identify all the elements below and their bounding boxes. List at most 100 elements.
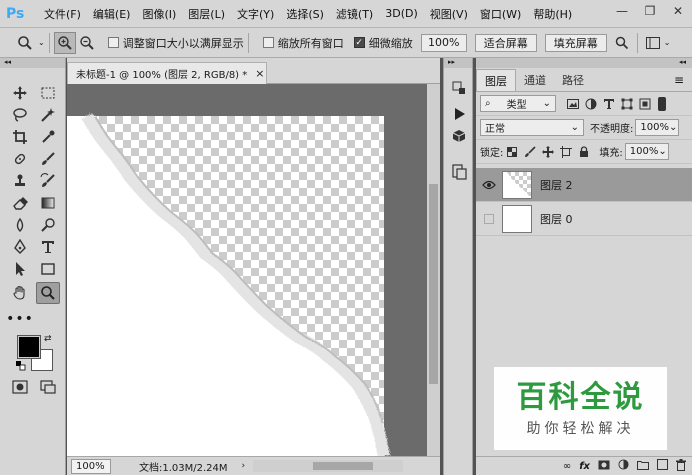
blur-tool-icon[interactable] [8, 214, 32, 236]
actions-play-icon[interactable] [449, 104, 469, 124]
menu-help[interactable]: 帮助(H) [527, 6, 578, 22]
layer-name[interactable]: 图层 2 [540, 177, 573, 193]
layer-style-fx-icon[interactable]: fx [579, 461, 590, 472]
path-selection-tool-icon[interactable] [8, 258, 32, 280]
brush-tool-icon[interactable] [36, 148, 60, 170]
status-menu-arrow-icon[interactable]: › [242, 461, 246, 471]
canvas-area[interactable] [67, 84, 427, 456]
resize-windows-checkbox[interactable] [107, 37, 119, 48]
document-tab[interactable]: 未标题-1 @ 100% (图层 2, RGB/8) * × [67, 62, 267, 84]
eraser-tool-icon[interactable] [8, 192, 32, 214]
filter-toggle-switch[interactable] [658, 96, 666, 111]
opacity-field[interactable]: 100% ⌄ [635, 119, 680, 136]
layer-filter-select[interactable]: ⌕ 类型 ⌄ [480, 95, 556, 112]
3d-panel-icon[interactable] [449, 126, 469, 146]
delete-layer-icon[interactable] [676, 458, 686, 474]
lock-transparent-pixels-icon[interactable] [503, 143, 521, 161]
layer-row-layer-0[interactable]: 图层 0 [476, 202, 692, 236]
visibility-toggle[interactable] [476, 213, 502, 224]
type-tool-icon[interactable] [36, 236, 60, 258]
panel-menu-icon[interactable]: ≡ [674, 73, 684, 87]
tab-layers[interactable]: 图层 [476, 69, 516, 91]
more-tools-icon[interactable]: ••• [6, 308, 33, 330]
tab-paths[interactable]: 路径 [554, 69, 592, 91]
zoom-tool-preset-icon[interactable] [14, 32, 36, 54]
menu-file[interactable]: 文件(F) [38, 6, 87, 22]
eye-icon[interactable] [476, 180, 502, 190]
menu-edit[interactable]: 编辑(E) [87, 6, 137, 22]
layer-name[interactable]: 图层 0 [540, 211, 573, 227]
document-canvas[interactable] [67, 84, 427, 456]
lock-position-icon[interactable] [539, 143, 557, 161]
adjustment-layer-icon[interactable] [618, 459, 629, 473]
fit-screen-button[interactable]: 适合屏幕 [474, 33, 537, 52]
close-icon[interactable]: ✕ [664, 0, 692, 22]
lasso-tool-icon[interactable] [8, 104, 32, 126]
fill-field[interactable]: 100% ⌄ [624, 143, 669, 160]
horizontal-scrollbar[interactable] [253, 460, 404, 472]
zoom-in-icon[interactable] [53, 31, 76, 54]
chevron-down-icon[interactable]: ⌄ [664, 38, 671, 47]
history-brush-tool-icon[interactable] [36, 170, 60, 192]
marquee-tool-icon[interactable] [36, 82, 60, 104]
clone-stamp-tool-icon[interactable] [8, 170, 32, 192]
lock-artboard-icon[interactable] [557, 143, 575, 161]
collapse-icon[interactable]: ◂◂ [679, 58, 686, 66]
new-layer-icon[interactable] [657, 459, 668, 473]
menu-layer[interactable]: 图层(L) [182, 6, 231, 22]
eyedropper-tool-icon[interactable] [36, 126, 60, 148]
filter-shape-icon[interactable] [618, 95, 636, 113]
menu-select[interactable]: 选择(S) [280, 6, 330, 22]
panel-header[interactable]: ◂◂ [476, 58, 692, 68]
minimize-icon[interactable]: — [608, 0, 636, 22]
restore-icon[interactable]: ❐ [636, 0, 664, 22]
default-colors-icon[interactable] [16, 361, 26, 371]
scrubby-zoom-checkbox[interactable]: ✓ [353, 37, 365, 48]
workspace-icon[interactable] [642, 32, 664, 54]
lock-image-pixels-icon[interactable] [521, 143, 539, 161]
hand-tool-icon[interactable] [8, 282, 32, 304]
tools-panel-header[interactable]: ◂◂ [0, 58, 65, 68]
zoom-value-field[interactable]: 100% [420, 33, 467, 52]
screen-mode-icon[interactable] [36, 376, 60, 398]
add-mask-icon[interactable] [598, 460, 610, 473]
menu-filter[interactable]: 滤镜(T) [330, 6, 379, 22]
close-tab-icon[interactable]: × [255, 67, 264, 80]
filter-adjustment-icon[interactable] [582, 95, 600, 113]
move-tool-icon[interactable] [8, 82, 32, 104]
pen-tool-icon[interactable] [8, 236, 32, 258]
link-layers-icon[interactable]: ∞ [563, 461, 571, 472]
chevron-down-icon[interactable]: ⌄ [38, 38, 45, 47]
foreground-color-swatch[interactable] [17, 335, 41, 359]
history-panel-icon[interactable] [449, 78, 469, 98]
scrollbar-thumb[interactable] [429, 184, 438, 384]
fill-screen-button[interactable]: 填充屏幕 [544, 33, 607, 52]
magic-wand-tool-icon[interactable] [36, 104, 60, 126]
properties-panel-icon[interactable] [449, 162, 469, 182]
healing-brush-tool-icon[interactable] [8, 148, 32, 170]
menu-type[interactable]: 文字(Y) [231, 6, 280, 22]
dodge-tool-icon[interactable] [36, 214, 60, 236]
zoom-tool-icon[interactable] [36, 282, 60, 304]
menu-image[interactable]: 图像(I) [136, 6, 182, 22]
layer-row-layer-2[interactable]: 图层 2 [476, 168, 692, 202]
rectangle-tool-icon[interactable] [36, 258, 60, 280]
collapse-icon[interactable]: ◂◂ [4, 58, 11, 66]
filter-pixel-icon[interactable] [564, 95, 582, 113]
blend-mode-select[interactable]: 正常 ⌄ [480, 119, 584, 136]
scrollbar-thumb[interactable] [313, 462, 374, 470]
filter-smart-object-icon[interactable] [636, 95, 654, 113]
zoom-all-windows-checkbox[interactable] [262, 37, 274, 48]
status-zoom-field[interactable]: 100% [71, 458, 111, 474]
tab-channels[interactable]: 通道 [516, 69, 554, 91]
search-icon[interactable] [611, 32, 633, 54]
quick-mask-icon[interactable] [8, 376, 32, 398]
gradient-tool-icon[interactable] [36, 192, 60, 214]
lock-all-icon[interactable] [575, 143, 593, 161]
zoom-out-icon[interactable] [76, 32, 98, 54]
menu-window[interactable]: 窗口(W) [474, 6, 527, 22]
filter-type-icon[interactable] [600, 95, 618, 113]
menu-3d[interactable]: 3D(D) [379, 7, 424, 20]
menu-view[interactable]: 视图(V) [424, 6, 474, 22]
new-group-icon[interactable] [637, 460, 649, 473]
